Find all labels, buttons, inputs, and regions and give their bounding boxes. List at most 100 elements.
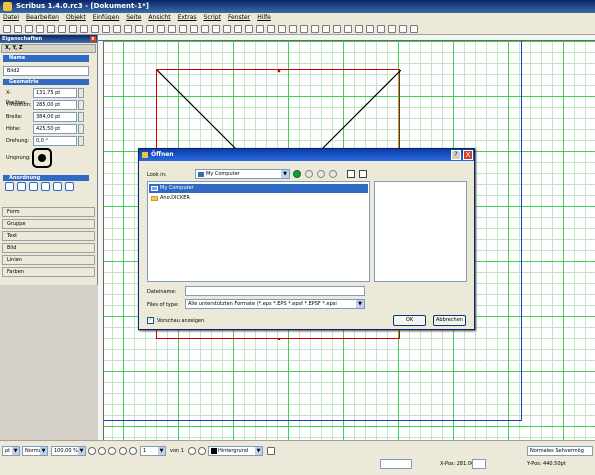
x-position-spinner[interactable]: [78, 88, 84, 98]
chevron-down-icon[interactable]: ▼: [281, 170, 289, 178]
previous-page-icon[interactable]: [129, 447, 137, 455]
chevron-down-icon[interactable]: ▼: [40, 447, 47, 455]
dialog-title-bar[interactable]: Öffnen: [139, 149, 474, 161]
table-icon[interactable]: [179, 25, 187, 33]
chevron-down-icon[interactable]: ▼: [12, 447, 19, 455]
height-spinner[interactable]: [78, 124, 84, 134]
close-button[interactable]: X: [463, 150, 473, 160]
back-icon[interactable]: [293, 170, 301, 178]
lower-to-bottom-icon[interactable]: [5, 182, 14, 191]
page-select[interactable]: 1 ▼: [140, 446, 166, 456]
cancel-button[interactable]: Abbrechen: [433, 315, 466, 326]
rotation-spinner[interactable]: [78, 136, 84, 146]
measure-icon[interactable]: [311, 25, 319, 33]
object-name-field[interactable]: Bild2: [3, 66, 89, 76]
zoom-field[interactable]: 100,00 % ▼: [51, 446, 86, 456]
redo-icon[interactable]: [91, 25, 99, 33]
copy-properties-icon[interactable]: [322, 25, 330, 33]
height-field[interactable]: 425,50 pt: [33, 124, 77, 134]
zoom-100-icon[interactable]: [98, 447, 106, 455]
link-frames-icon[interactable]: [289, 25, 297, 33]
zoom-out-icon[interactable]: [88, 447, 96, 455]
freehand-icon[interactable]: [234, 25, 242, 33]
pdf-text-field-icon[interactable]: [355, 25, 363, 33]
y-position-field[interactable]: 285,00 pt: [33, 100, 77, 110]
paste-icon[interactable]: [124, 25, 132, 33]
chevron-down-icon[interactable]: ▼: [158, 447, 165, 455]
tab-gruppe[interactable]: Gruppe: [2, 219, 95, 229]
line-icon[interactable]: [212, 25, 220, 33]
display-mode-select[interactable]: Normal ▼: [22, 446, 48, 456]
image-frame-icon[interactable]: [157, 25, 165, 33]
tab-farben[interactable]: Farben: [2, 267, 95, 277]
new-folder-icon[interactable]: [329, 170, 337, 178]
cut-icon[interactable]: [102, 25, 110, 33]
unlink-frames-icon[interactable]: [300, 25, 308, 33]
zoom-icon[interactable]: [256, 25, 264, 33]
pdf-export-icon[interactable]: [69, 25, 77, 33]
xyz-tab[interactable]: X, Y, Z: [1, 44, 96, 53]
layer-select[interactable]: Hintergrund ▼: [208, 446, 263, 456]
menu-hilfe[interactable]: Hilfe: [257, 13, 271, 23]
print-icon[interactable]: [47, 25, 55, 33]
arrange-section-header[interactable]: Anordnung: [3, 175, 89, 181]
filetype-select[interactable]: Alle unterstützten Formate (*.eps *.EPS …: [185, 299, 365, 309]
pdf-push-button-icon[interactable]: [344, 25, 352, 33]
open-icon[interactable]: [14, 25, 22, 33]
menu-datei[interactable]: Datei: [3, 13, 19, 23]
file-list[interactable]: My Computer Ano.DICKER: [147, 181, 370, 282]
new-document-icon[interactable]: [3, 25, 11, 33]
chevron-down-icon[interactable]: ▼: [356, 300, 364, 308]
tab-bild[interactable]: Bild: [2, 243, 95, 253]
text-frame-icon[interactable]: [146, 25, 154, 33]
preview-mode-icon[interactable]: [267, 447, 275, 455]
preview-checkbox[interactable]: ✓ Vorschau anzeigen: [147, 317, 204, 325]
y-position-spinner[interactable]: [78, 100, 84, 110]
shape-icon[interactable]: [190, 25, 198, 33]
help-button[interactable]: ?: [451, 150, 461, 160]
menu-fenster[interactable]: Fenster: [228, 13, 250, 23]
rotate-icon[interactable]: [245, 25, 253, 33]
text-annotation-icon[interactable]: [399, 25, 407, 33]
chevron-down-icon[interactable]: ▼: [255, 447, 262, 455]
parent-directory-icon[interactable]: [317, 170, 325, 178]
visual-appearance-select[interactable]: Normales Sehvermög: [527, 446, 593, 456]
tab-form[interactable]: Form: [2, 207, 95, 217]
menu-seite[interactable]: Seite: [126, 13, 141, 23]
preflight-icon[interactable]: [58, 25, 66, 33]
link-annotation-icon[interactable]: [410, 25, 418, 33]
list-view-icon[interactable]: [347, 170, 355, 178]
name-section-header[interactable]: Name: [3, 55, 89, 62]
zoom-in-icon[interactable]: [108, 447, 116, 455]
menu-einfuegen[interactable]: Einfügen: [93, 13, 119, 23]
copy-icon[interactable]: [113, 25, 121, 33]
raise-to-top-icon[interactable]: [41, 182, 50, 191]
edit-text-icon[interactable]: [278, 25, 286, 33]
edit-contents-icon[interactable]: [267, 25, 275, 33]
tab-text[interactable]: Text: [2, 231, 95, 241]
look-in-combo[interactable]: My Computer ▼: [195, 169, 290, 179]
tab-linien[interactable]: Linien: [2, 255, 95, 265]
next-page-icon[interactable]: [188, 447, 196, 455]
bezier-icon[interactable]: [223, 25, 231, 33]
chevron-down-icon[interactable]: ▼: [78, 447, 85, 455]
rotation-field[interactable]: 0,0 °: [33, 136, 77, 146]
vertical-ruler[interactable]: [98, 41, 104, 440]
pdf-checkbox-icon[interactable]: [366, 25, 374, 33]
ok-button[interactable]: OK: [393, 315, 426, 326]
close-panel-icon[interactable]: x: [90, 36, 96, 42]
render-frame-icon[interactable]: [168, 25, 176, 33]
menu-bearbeiten[interactable]: Bearbeiten: [26, 13, 59, 23]
checkbox-checked-icon[interactable]: ✓: [147, 317, 154, 324]
width-spinner[interactable]: [78, 112, 84, 122]
width-field[interactable]: 384,00 pt: [33, 112, 77, 122]
detail-view-icon[interactable]: [359, 170, 367, 178]
forward-icon[interactable]: [305, 170, 313, 178]
geometry-section-header[interactable]: Geometrie: [3, 79, 89, 85]
eyedropper-icon[interactable]: [333, 25, 341, 33]
undo-icon[interactable]: [80, 25, 88, 33]
menu-ansicht[interactable]: Ansicht: [148, 13, 170, 23]
flip-vertical-icon[interactable]: [65, 182, 74, 191]
list-item[interactable]: My Computer: [149, 184, 368, 193]
pdf-list-box-icon[interactable]: [388, 25, 396, 33]
